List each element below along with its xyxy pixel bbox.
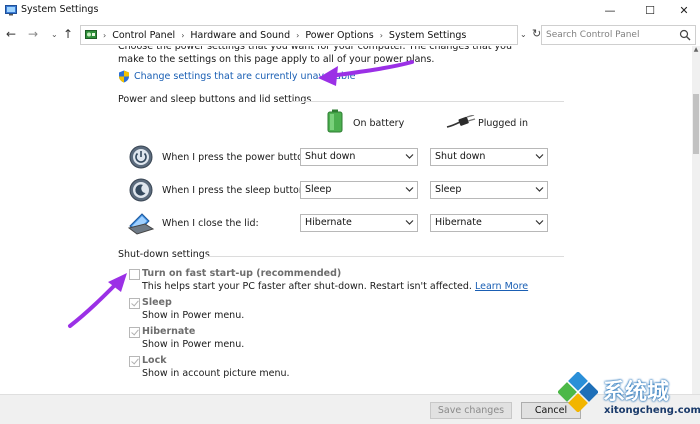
lock-option-label: Lock — [142, 355, 167, 366]
fast-startup-label: Turn on fast start-up (recommended) — [142, 268, 342, 279]
power-button-battery-select[interactable]: Shut down — [300, 148, 418, 166]
maximize-button[interactable]: ☐ — [634, 0, 666, 20]
select-value: Hibernate — [435, 217, 482, 228]
buttons-section-title: Power and sleep buttons and lid settings — [118, 94, 312, 105]
hibernate-checkbox[interactable] — [129, 327, 140, 338]
search-icon — [679, 29, 691, 41]
breadcrumb-separator: › — [181, 30, 185, 40]
sleep-button-icon — [129, 178, 153, 202]
shutdown-section-title: Shut-down settings — [118, 249, 210, 260]
close-button[interactable]: ✕ — [668, 0, 700, 20]
watermark: 系统城 xitongcheng.com — [548, 370, 700, 424]
select-value: Sleep — [305, 184, 332, 195]
uac-shield-icon — [119, 70, 129, 83]
watermark-logo-icon — [558, 372, 598, 412]
window-title: System Settings — [21, 4, 99, 15]
close-lid-plugged-select[interactable]: Hibernate — [430, 214, 548, 232]
sleep-button-battery-select[interactable]: Sleep — [300, 181, 418, 199]
minimize-button[interactable]: — — [594, 0, 626, 20]
breadcrumb-hardware-and-sound[interactable]: Hardware and Sound — [190, 30, 290, 41]
breadcrumb-system-settings[interactable]: System Settings — [389, 30, 466, 41]
breadcrumb[interactable]: › Control Panel › Hardware and Sound › P… — [80, 25, 518, 45]
section-divider — [292, 101, 564, 102]
address-dropdown-button[interactable]: ⌄ — [520, 30, 527, 39]
power-button-icon — [129, 145, 153, 169]
fast-startup-description: This helps start your PC faster after sh… — [142, 281, 528, 292]
scroll-up-icon[interactable]: ▲ — [692, 46, 700, 56]
laptop-lid-icon — [127, 213, 155, 235]
power-button-plugged-select[interactable]: Shut down — [430, 148, 548, 166]
lock-checkbox[interactable] — [129, 356, 140, 367]
hibernate-option-label: Hibernate — [142, 326, 196, 337]
forward-button[interactable]: → — [28, 27, 38, 41]
intro-text: Choose the power settings that you want … — [118, 46, 512, 65]
vertical-scrollbar[interactable]: ▲ — [692, 46, 700, 394]
breadcrumb-power-options[interactable]: Power Options — [305, 30, 373, 41]
sleep-button-plugged-select[interactable]: Sleep — [430, 181, 548, 199]
close-lid-battery-select[interactable]: Hibernate — [300, 214, 418, 232]
select-value: Shut down — [305, 151, 356, 162]
main-content: Choose the power settings that you want … — [0, 46, 692, 394]
scrollbar-thumb[interactable] — [693, 94, 699, 154]
title-bar: System Settings — ☐ ✕ — [0, 0, 700, 20]
learn-more-link[interactable]: Learn More — [475, 281, 528, 292]
select-value: Shut down — [435, 151, 486, 162]
search-placeholder: Search Control Panel — [546, 30, 640, 40]
hibernate-option-description: Show in Power menu. — [142, 339, 245, 350]
sleep-option-description: Show in Power menu. — [142, 310, 245, 321]
select-value: Hibernate — [305, 217, 352, 228]
sleep-checkbox[interactable] — [129, 298, 140, 309]
back-button[interactable]: ← — [6, 27, 16, 41]
sleep-option-label: Sleep — [142, 297, 172, 308]
control-panel-icon — [85, 30, 97, 39]
chevron-down-icon — [535, 187, 544, 192]
up-button[interactable]: ↑ — [63, 27, 73, 41]
section-divider — [205, 256, 564, 257]
breadcrumb-control-panel[interactable]: Control Panel — [112, 30, 175, 41]
chevron-down-icon — [405, 220, 414, 225]
fast-startup-checkbox[interactable] — [129, 269, 140, 280]
power-plug-icon — [446, 115, 476, 128]
plugged-in-header: Plugged in — [478, 118, 529, 129]
close-lid-label: When I close the lid: — [162, 218, 259, 229]
on-battery-header: On battery — [353, 118, 405, 129]
breadcrumb-separator: › — [103, 30, 107, 40]
chevron-down-icon — [405, 187, 414, 192]
recent-locations-button[interactable]: ⌄ — [51, 30, 58, 39]
sleep-button-label: When I press the sleep button: — [162, 185, 309, 196]
fast-startup-description-text: This helps start your PC faster after sh… — [142, 281, 472, 292]
save-changes-button[interactable]: Save changes — [430, 402, 512, 419]
chevron-down-icon — [535, 220, 544, 225]
chevron-down-icon — [535, 154, 544, 159]
control-panel-icon — [5, 5, 17, 16]
breadcrumb-separator: › — [296, 30, 300, 40]
lock-option-description: Show in account picture menu. — [142, 368, 290, 379]
search-input[interactable]: Search Control Panel — [541, 25, 696, 45]
power-button-label: When I press the power button: — [162, 152, 313, 163]
refresh-button[interactable]: ↻ — [532, 27, 541, 40]
change-settings-link[interactable]: Change settings that are currently unava… — [134, 71, 355, 82]
watermark-text-cn: 系统城 — [603, 380, 670, 405]
address-bar: ← → ⌄ ↑ › Control Panel › Hardware and S… — [0, 24, 700, 46]
select-value: Sleep — [435, 184, 462, 195]
watermark-text-en: xitongcheng.com — [604, 405, 700, 416]
breadcrumb-separator: › — [379, 30, 383, 40]
battery-icon — [327, 109, 343, 133]
chevron-down-icon — [405, 154, 414, 159]
